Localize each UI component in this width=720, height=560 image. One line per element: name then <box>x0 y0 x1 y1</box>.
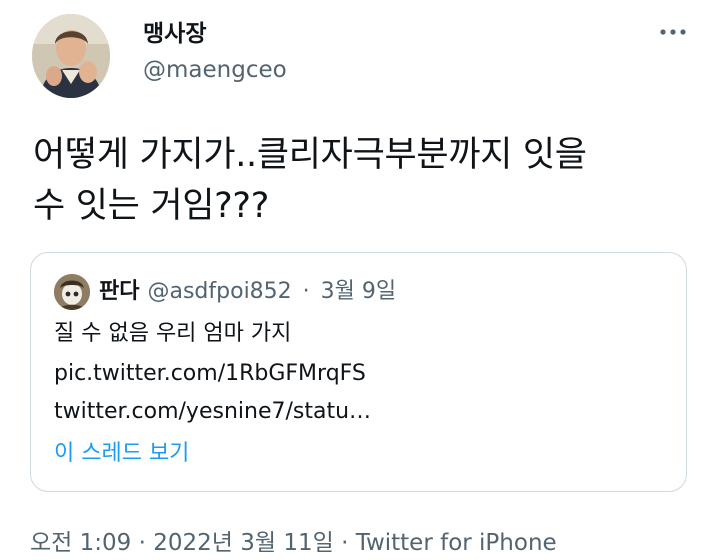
quoted-date[interactable]: 3월 9일 <box>321 279 396 304</box>
user-avatar-photo-icon <box>32 14 110 98</box>
author-display-name[interactable]: 맹사장 <box>143 20 206 48</box>
show-thread-link[interactable]: 이 스레드 보기 <box>54 439 189 469</box>
quoted-separator: · <box>302 279 310 304</box>
author-avatar[interactable] <box>32 14 110 98</box>
tweet-source[interactable]: Twitter for iPhone <box>356 530 557 556</box>
more-horizontal-icon <box>660 29 686 35</box>
tweet-timestamp-bar: 오전 1:09 · 2022년 3월 11일 · Twitter for iPh… <box>30 527 557 559</box>
footer-separator: · <box>341 530 349 556</box>
quoted-pic-link[interactable]: pic.twitter.com/1RbGFMrqFS <box>54 359 366 389</box>
tweet-date[interactable]: 2022년 3월 11일 <box>153 530 334 556</box>
tweet-text: 어떻게 가지가..클리자극부분까지 잇을 수 잇는 거임??? <box>33 130 693 232</box>
footer-separator: · <box>138 530 146 556</box>
tweet-text-line: 어떻게 가지가..클리자극부분까지 잇을 <box>33 135 587 175</box>
more-options-button[interactable] <box>656 20 690 44</box>
quoted-text-line: 질 수 없음 우리 엄마 가지 <box>54 321 292 346</box>
quoted-tweet-header: 판다 @asdfpoi852 · 3월 9일 <box>99 277 396 307</box>
quoted-user-avatar[interactable] <box>54 274 90 310</box>
tweet-text-line: 수 잇는 거임??? <box>33 186 269 226</box>
quoted-status-link[interactable]: twitter.com/yesnine7/statu… <box>54 397 371 427</box>
quoted-handle[interactable]: @asdfpoi852 <box>147 279 291 304</box>
quoted-user-avatar-icon <box>54 274 90 310</box>
quoted-tweet-card[interactable]: 판다 @asdfpoi852 · 3월 9일 질 수 없음 우리 엄마 가지 pi… <box>30 252 687 492</box>
tweet-time[interactable]: 오전 1:09 <box>30 530 131 556</box>
quoted-display-name[interactable]: 판다 <box>99 279 139 304</box>
author-handle[interactable]: @maengceo <box>143 55 287 85</box>
